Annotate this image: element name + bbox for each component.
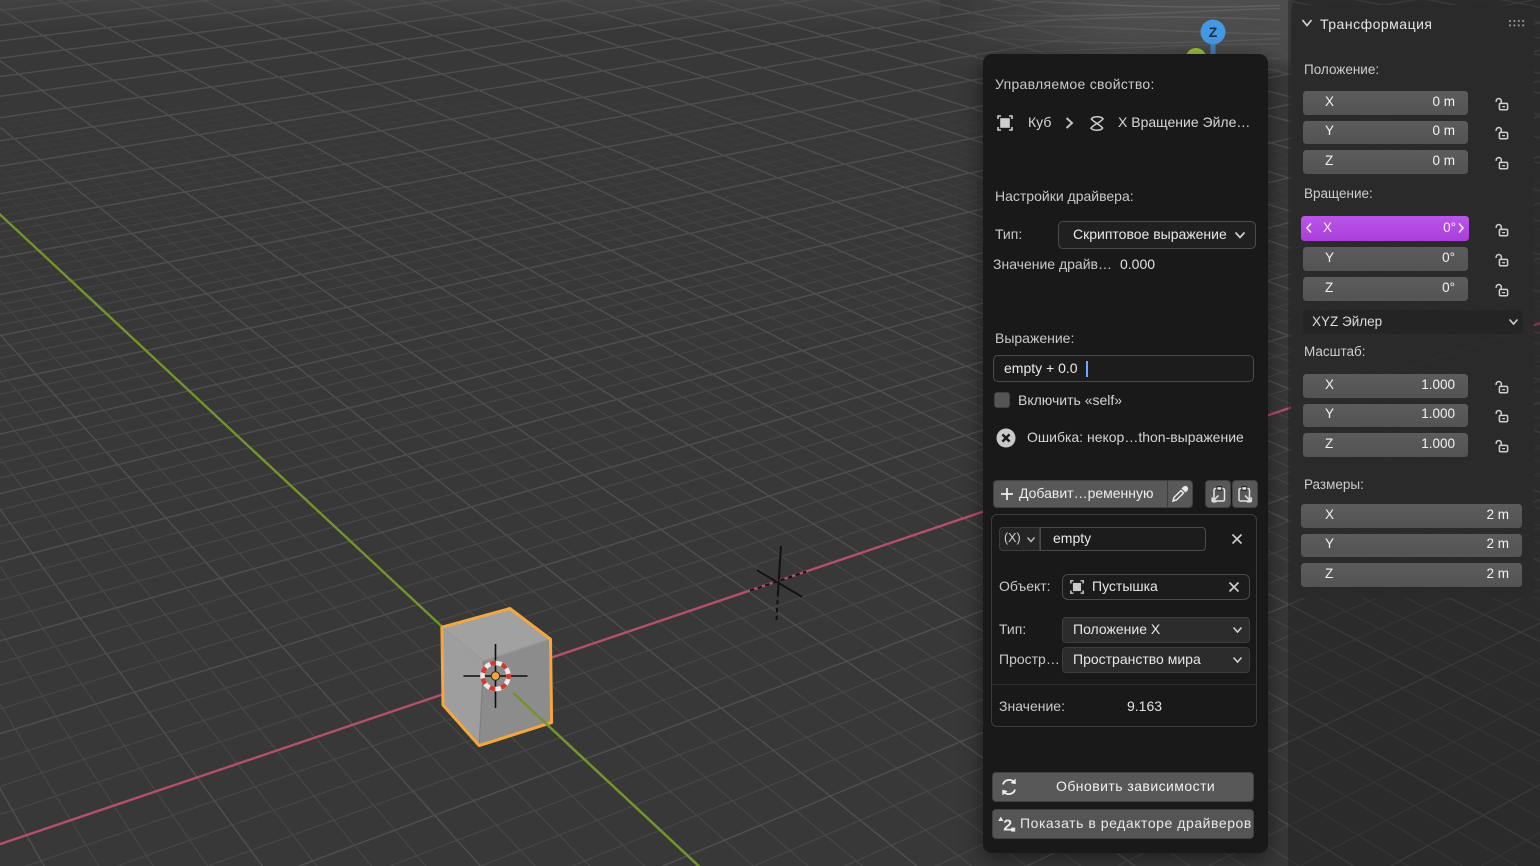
- svg-text:Z: Z: [1209, 24, 1218, 40]
- svg-text:2: 2: [1003, 818, 1012, 835]
